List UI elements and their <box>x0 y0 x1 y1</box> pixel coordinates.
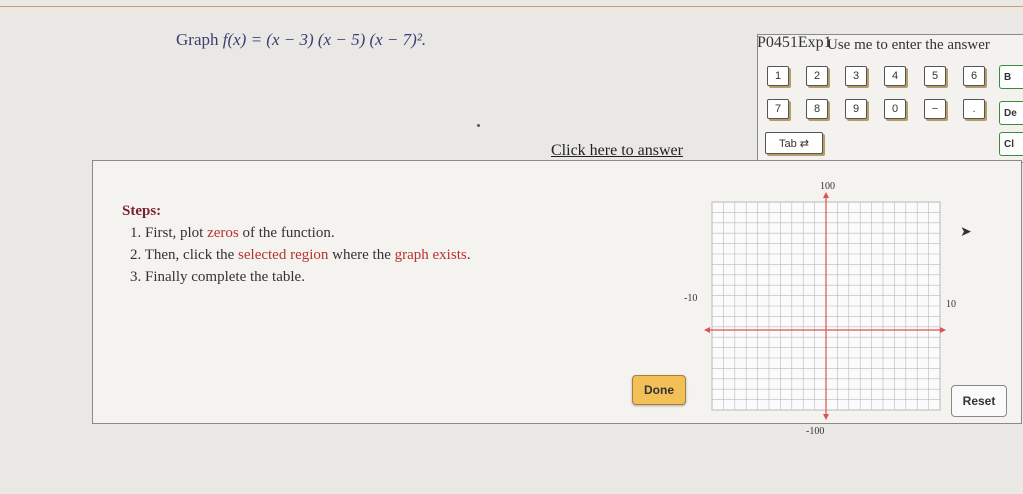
key-decimal[interactable]: . <box>963 99 985 119</box>
step-2: 2. Then, click the selected region where… <box>130 247 471 263</box>
key-0[interactable]: 0 <box>884 99 906 119</box>
key-8[interactable]: 8 <box>806 99 828 119</box>
x-min-label: -10 <box>684 293 698 304</box>
key-1[interactable]: 1 <box>767 66 789 86</box>
key-minus[interactable]: − <box>924 99 946 119</box>
keypad-hint: Use me to enter the answer <box>827 37 990 53</box>
backspace-key[interactable]: B <box>999 65 1023 89</box>
top-divider <box>0 6 1023 7</box>
key-6[interactable]: 6 <box>963 66 985 86</box>
y-axis-up-arrow <box>823 192 829 198</box>
key-5[interactable]: 5 <box>924 66 946 86</box>
key-7[interactable]: 7 <box>767 99 789 119</box>
done-button[interactable]: Done <box>632 375 686 405</box>
region-highlight: selected region <box>238 247 329 263</box>
tab-key[interactable]: Tab ⇄ <box>765 132 823 154</box>
x-max-label: 10 <box>946 299 956 310</box>
delete-key[interactable]: De <box>999 101 1023 125</box>
x-axis-right-arrow <box>940 327 946 333</box>
mouse-cursor-icon: ➤ <box>960 225 972 240</box>
function-expression: f(x) = (x − 3) (x − 5) (x − 7)². <box>222 30 427 49</box>
graph-exists-highlight: graph exists <box>394 247 467 263</box>
step-1: 1. First, plot zeros of the function. <box>130 225 335 241</box>
graph-area <box>690 180 980 440</box>
key-3[interactable]: 3 <box>845 66 867 86</box>
key-9[interactable]: 9 <box>845 99 867 119</box>
step-3: 3. Finally complete the table. <box>130 269 305 285</box>
clear-key[interactable]: Cl <box>999 132 1023 156</box>
problem-title: Graph f(x) = (x − 3) (x − 5) (x − 7)². <box>176 30 426 50</box>
steps-list: Steps: 1. First, plot zeros of the funct… <box>122 200 470 288</box>
zeros-highlight: zeros <box>207 225 239 241</box>
key-2[interactable]: 2 <box>806 66 828 86</box>
y-min-label: -100 <box>806 426 825 437</box>
problem-code: P0451Exp1 <box>757 34 832 51</box>
steps-heading: Steps: <box>122 203 162 219</box>
y-max-label: 100 <box>820 181 835 192</box>
stray-dot <box>477 124 480 127</box>
click-to-answer-link[interactable]: Click here to answer <box>551 142 683 160</box>
x-axis-left-arrow <box>704 327 710 333</box>
y-axis-down-arrow <box>823 414 829 420</box>
graph-canvas[interactable] <box>690 180 980 440</box>
title-prefix: Graph <box>176 30 219 49</box>
key-4[interactable]: 4 <box>884 66 906 86</box>
